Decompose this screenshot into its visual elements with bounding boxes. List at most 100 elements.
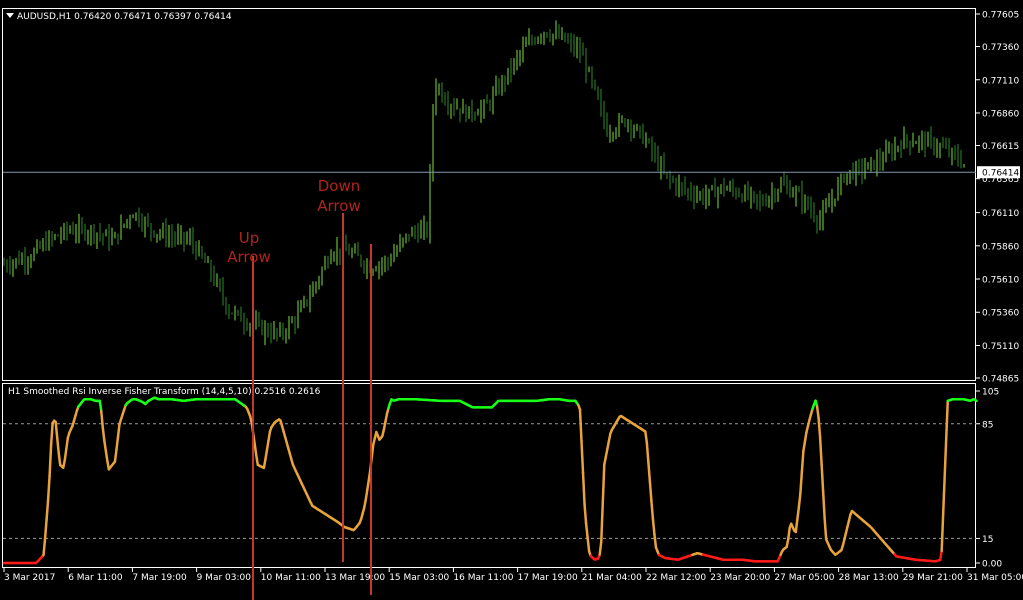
indicator-segment	[648, 480, 653, 503]
indicator-segment	[113, 448, 118, 463]
indicator-segment	[601, 463, 606, 505]
indicator-segment	[43, 518, 48, 541]
indicator-segment	[943, 436, 948, 477]
indicator-segment	[820, 463, 825, 493]
indicator-segment	[100, 409, 105, 429]
indicator-segment	[265, 439, 270, 452]
indicator-segment	[55, 436, 60, 455]
indicator-segment	[42, 537, 47, 557]
time-tick-label: 7 Mar 19:00	[132, 573, 187, 583]
indicator-segment	[581, 471, 586, 506]
indicator-segment	[255, 454, 260, 467]
price-tick-label: 0.76860	[982, 109, 1019, 119]
indicator-segment	[651, 517, 656, 536]
time-tick-label: 31 Mar 05:00	[967, 573, 1023, 583]
indicator-segment	[115, 435, 120, 451]
time-tick-label: 28 Mar 13:00	[839, 573, 899, 583]
indicator-segment	[794, 518, 799, 534]
indicator-segment	[267, 430, 272, 443]
time-tick-label: 27 Mar 05:00	[774, 573, 834, 583]
time-tick-label: 22 Mar 12:00	[646, 573, 706, 583]
indicator-segment	[49, 421, 54, 447]
indicator-segment	[57, 451, 62, 467]
indicator-segment	[653, 533, 658, 549]
indicator-segment	[799, 470, 804, 495]
time-tick-label: 29 Mar 21:00	[903, 573, 963, 583]
indicator-tick-label: 85	[982, 420, 993, 430]
time-tick-label: 10 Mar 11:00	[261, 573, 321, 583]
indicator-segment	[103, 439, 108, 452]
indicator-segment	[823, 517, 828, 541]
price-tick-label: 0.75860	[982, 242, 1019, 252]
price-tick-label: 0.74865	[982, 375, 1019, 385]
indicator-segment	[101, 426, 106, 442]
indicator-tick-label: 0.00	[982, 560, 1002, 570]
indicator-segment	[818, 436, 823, 466]
indicator-segment	[584, 522, 589, 539]
indicator-segment	[940, 512, 945, 553]
indicator-segment	[365, 479, 370, 492]
indicator-segment	[63, 447, 68, 462]
time-tick-label: 21 Mar 04:00	[582, 573, 642, 583]
chart-window: 0.776050.773600.771100.768600.766150.763…	[0, 0, 1023, 600]
indicator-segment	[364, 489, 369, 502]
indicator-segment	[941, 474, 946, 515]
price-tick-label: 0.75110	[982, 342, 1019, 352]
indicator-segment	[600, 501, 605, 543]
indicator-segment	[578, 408, 583, 443]
indicator-segment	[800, 449, 805, 474]
indicator-segment	[796, 506, 801, 522]
indicator-segment	[580, 439, 585, 474]
indicator-segment	[645, 441, 650, 464]
indicator-tick-label: 105	[982, 388, 999, 398]
indicator-segment	[973, 398, 978, 403]
indicator-segment	[598, 540, 603, 556]
price-tick-label: 0.75360	[982, 309, 1019, 319]
time-tick-label: 17 Mar 19:00	[518, 573, 578, 583]
price-tick-label: 0.77605	[982, 11, 1019, 21]
current-price-label: 0.76414	[982, 169, 1019, 179]
indicator-header: H1 Smoothed Rsi Inverse Fisher Transform…	[8, 387, 321, 397]
indicator-segment	[647, 460, 652, 483]
indicator-segment	[116, 423, 121, 439]
indicator-segment	[253, 443, 258, 457]
indicator-segment	[98, 399, 103, 413]
indicator-segment	[944, 399, 950, 440]
indicator-segment	[45, 499, 50, 521]
indicator-segment	[817, 416, 822, 439]
price-tick-label: 0.77110	[982, 76, 1019, 86]
indicator-segment	[46, 474, 51, 502]
indicator-segment	[65, 436, 70, 451]
time-tick-label: 13 Mar 19:00	[325, 573, 385, 583]
indicator-segment	[938, 549, 943, 562]
time-tick-label: 16 Mar 11:00	[453, 573, 513, 583]
indicator-segment	[815, 405, 820, 420]
indicator-segment	[48, 443, 53, 478]
time-tick-label: 3 Mar 2017	[4, 573, 55, 583]
indicator-segment	[54, 420, 59, 439]
indicator-segment	[786, 526, 791, 541]
indicator-segment	[797, 492, 802, 509]
indicator-segment	[264, 448, 269, 461]
indicator-tick-label: 15	[982, 535, 993, 545]
time-tick-label: 23 Mar 20:00	[710, 573, 770, 583]
time-tick-label: 9 Mar 03:00	[197, 573, 252, 583]
price-tick-label: 0.76615	[982, 142, 1019, 152]
price-tick-label: 0.76110	[982, 209, 1019, 219]
main-header: AUDUSD,H1 0.76420 0.76471 0.76397 0.7641…	[17, 12, 232, 22]
indicator-segment	[104, 449, 109, 463]
indicator-segment	[803, 431, 808, 444]
chart-background	[0, 0, 1023, 600]
indicator-segment	[802, 440, 807, 453]
time-tick-label: 15 Mar 03:00	[389, 573, 449, 583]
indicator-segment	[586, 536, 591, 553]
indicator-segment	[583, 502, 588, 525]
indicator-segment	[650, 499, 655, 521]
time-tick-label: 6 Mar 11:00	[68, 573, 123, 583]
indicator-segment	[262, 458, 267, 470]
indicator-segment	[644, 430, 649, 445]
indicator-segment	[821, 490, 826, 520]
price-tick-label: 0.77360	[982, 43, 1019, 53]
price-tick-label: 0.75610	[982, 276, 1019, 286]
indicator-segment	[370, 443, 375, 459]
